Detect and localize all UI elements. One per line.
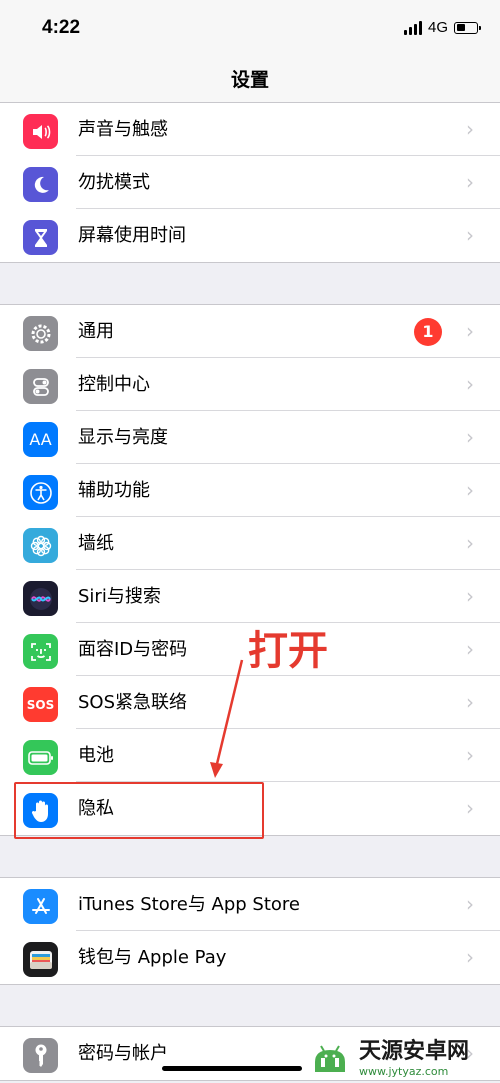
home-indicator[interactable]	[162, 1066, 302, 1071]
annotation-highlight-box	[14, 782, 264, 839]
watermark-name: 天源安卓网	[359, 1038, 470, 1064]
annotation-arrow-icon	[210, 659, 244, 778]
android-logo-icon	[315, 1045, 345, 1072]
watermark-url: www.jytyaz.com	[359, 1064, 449, 1078]
watermark: 天源安卓网 www.jytyaz.com	[307, 1030, 497, 1080]
